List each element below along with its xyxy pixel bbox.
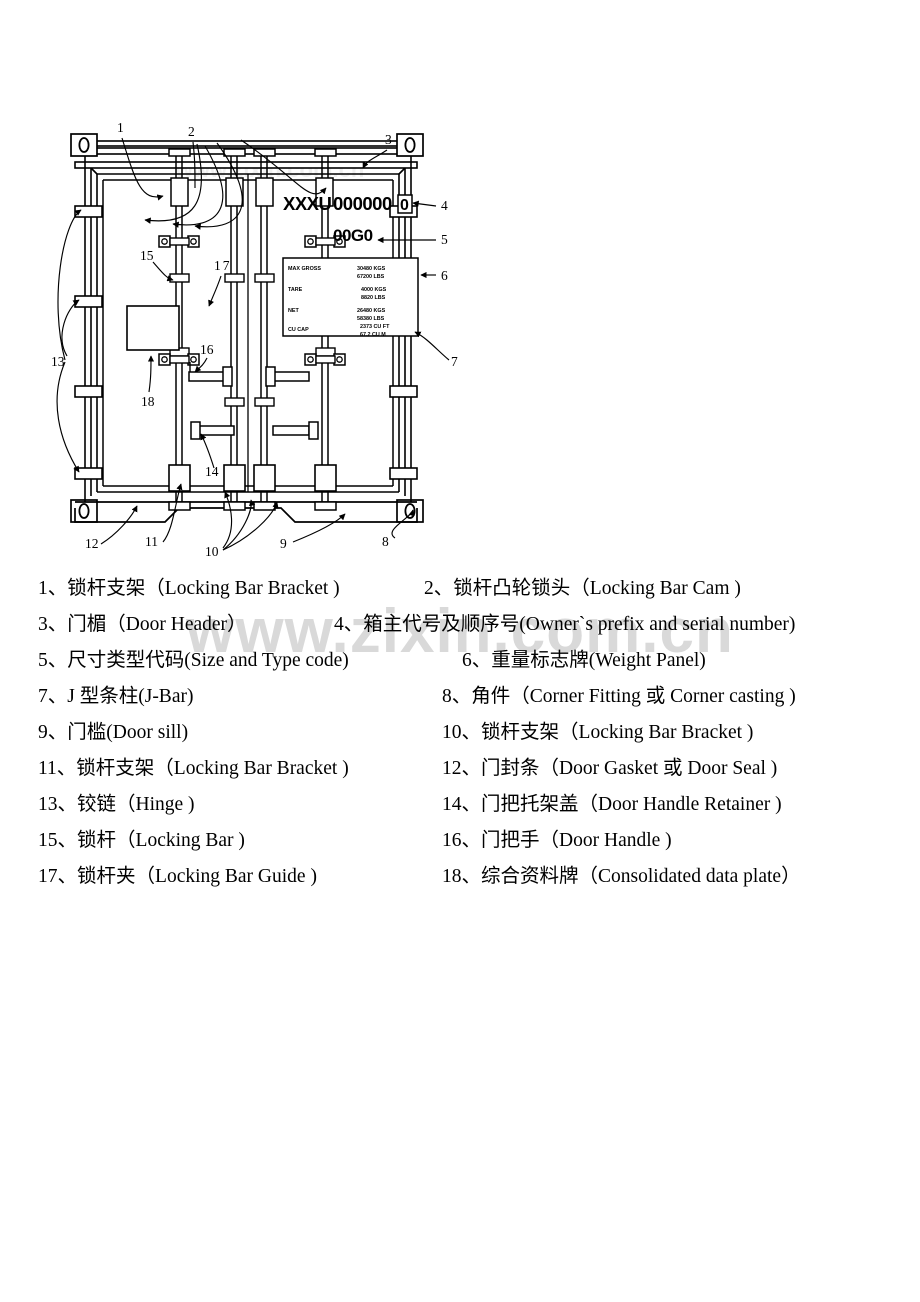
- callout-2: 2: [188, 124, 195, 139]
- locking-bar-bracket-3: [255, 177, 274, 207]
- corner-fitting-bottom-right: [396, 499, 424, 523]
- weight-row-lbs-2: 58380 LBS: [357, 316, 385, 322]
- callout-12: 12: [85, 536, 99, 551]
- callout-3: 3: [385, 132, 392, 147]
- weight-row-label-1: TARE: [288, 287, 303, 293]
- callout-8: 8: [382, 534, 389, 549]
- locking-bar-bracket-1: [170, 177, 189, 207]
- door-handle-assembly-left: [158, 353, 233, 387]
- callout-14: 14: [205, 464, 219, 479]
- legend-row: 1、锁杆支架（Locking Bar Bracket ) 2、锁杆凸轮锁头（Lo…: [38, 572, 888, 608]
- door-handle-retainer-right: [272, 421, 319, 440]
- legend-item-6: 6、重量标志牌(Weight Panel): [462, 650, 706, 671]
- legend-row: 5、尺寸类型代码(Size and Type code) 6、重量标志牌(Wei…: [38, 644, 888, 680]
- legend-row: 9、门槛(Door sill) 10、锁杆支架（Locking Bar Brac…: [38, 716, 888, 752]
- legend-item-11: 11、锁杆支架（Locking Bar Bracket ): [38, 758, 349, 779]
- door-handle-retainer-left: [190, 421, 235, 440]
- weight-row-label-2: NET: [288, 308, 299, 314]
- callout-17: 17: [214, 258, 232, 273]
- weight-row-lbs-3: 67.2 CU M: [360, 332, 386, 338]
- door-handle-right: [272, 371, 310, 382]
- legend-item-10: 10、锁杆支架（Locking Bar Bracket ): [442, 722, 754, 743]
- legend-item-13: 13、铰链（Hinge ): [38, 794, 195, 815]
- component-legend-list: 1、锁杆支架（Locking Bar Bracket ) 2、锁杆凸轮锁头（Lo…: [38, 572, 888, 896]
- weight-row-kgs-1: 4000 KGS: [361, 287, 387, 293]
- locking-bar-cam-4: [314, 148, 337, 157]
- door-sill: [74, 501, 418, 523]
- legend-item-3: 3、门楣（Door Header）: [38, 614, 247, 635]
- size-type-code: 00G0: [333, 226, 373, 245]
- legend-row: 17、锁杆夹（Locking Bar Guide ) 18、综合资料牌（Cons…: [38, 860, 888, 896]
- legend-item-12: 12、门封条（Door Gasket 或 Door Seal ): [442, 758, 778, 779]
- hinge-right-3: [389, 385, 418, 398]
- callout-11: 11: [145, 534, 158, 549]
- hinge-right-4: [389, 467, 418, 480]
- legend-item-9: 9、门槛(Door sill): [38, 722, 189, 743]
- hinge-left-4: [74, 467, 103, 480]
- weight-row-lbs-0: 67200 LBS: [357, 274, 385, 280]
- callout-6: 6: [441, 268, 448, 283]
- callout-numbers: 1 2 3 4 5 6 7 8 9 10 11 12 13 14 15 16 1…: [51, 120, 458, 559]
- legend-item-8: 8、角件（Corner Fitting 或 Corner casting ): [442, 686, 796, 707]
- legend-item-17: 17、锁杆夹（Locking Bar Guide ): [38, 866, 317, 887]
- weight-row-lbs-1: 8820 LBS: [361, 295, 386, 301]
- locking-bar-bracket-btm-1: [168, 464, 191, 492]
- weight-row-kgs-0: 30480 KGS: [357, 266, 386, 272]
- legend-item-2: 2、锁杆凸轮锁头（Locking Bar Cam ): [424, 578, 741, 599]
- door-handle-assembly-right: [265, 353, 346, 387]
- legend-row: 13、铰链（Hinge ) 14、门把托架盖（Door Handle Retai…: [38, 788, 888, 824]
- serial-number: 000000: [333, 193, 392, 214]
- locking-bar-cam-1: [168, 148, 191, 157]
- door-handle-left: [188, 371, 226, 382]
- legend-row: 15、锁杆（Locking Bar ) 16、门把手（Door Handle ): [38, 824, 888, 860]
- corner-fitting-top-left: [70, 133, 98, 157]
- consolidated-data-plate: [126, 305, 180, 351]
- owner-prefix: XXXU: [283, 193, 332, 214]
- weight-panel: MAX GROSS 30480 KGS 67200 LBS TARE 4000 …: [282, 257, 419, 338]
- callout-9: 9: [280, 536, 287, 551]
- legend-item-15: 15、锁杆（Locking Bar ): [38, 830, 245, 851]
- callout-7: 7: [451, 354, 458, 369]
- legend-item-16: 16、门把手（Door Handle ): [442, 830, 672, 851]
- locking-bar-cam-2: [223, 148, 246, 157]
- callout-1: 1: [117, 120, 124, 135]
- container-door-diagram: XXXU 000000 0 00G0 MAX GROSS 30480 KGS 6…: [45, 110, 475, 560]
- check-digit: 0: [400, 197, 409, 214]
- locking-bar-guide-upper-left: [158, 235, 200, 248]
- legend-item-14: 14、门把托架盖（Door Handle Retainer ): [442, 794, 782, 815]
- weight-row-label-3: CU CAP: [288, 327, 309, 333]
- legend-row: 7、J 型条柱(J-Bar) 8、角件（Corner Fitting 或 Cor…: [38, 680, 888, 716]
- callout-13: 13: [51, 354, 65, 369]
- legend-row: 3、门楣（Door Header） 4、箱主代号及顺序号(Owner`s pre…: [38, 608, 888, 644]
- legend-item-4: 4、箱主代号及顺序号(Owner`s prefix and serial num…: [334, 614, 796, 635]
- callout-4: 4: [441, 198, 448, 213]
- callout-18: 18: [141, 394, 155, 409]
- weight-row-kgs-2: 26480 KGS: [357, 308, 386, 314]
- locking-bar-3: [253, 148, 276, 511]
- weight-row-label-0: MAX GROSS: [288, 266, 321, 272]
- corner-fitting-top-right: [396, 133, 424, 157]
- legend-item-1: 1、锁杆支架（Locking Bar Bracket ): [38, 578, 340, 599]
- locking-bar-cam-3: [253, 148, 276, 157]
- legend-item-7: 7、J 型条柱(J-Bar): [38, 686, 194, 707]
- legend-item-18: 18、综合资料牌（Consolidated data plate）: [442, 866, 801, 887]
- legend-row: 11、锁杆支架（Locking Bar Bracket ) 12、门封条（Doo…: [38, 752, 888, 788]
- callout-16: 16: [200, 342, 214, 357]
- locking-bar-bracket-2: [225, 177, 244, 207]
- callout-5: 5: [441, 232, 448, 247]
- legend-item-5: 5、尺寸类型代码(Size and Type code): [38, 650, 349, 671]
- hinge-left-2: [74, 295, 103, 308]
- hinge-left-3: [74, 385, 103, 398]
- weight-row-kgs-3: 2373 CU FT: [360, 324, 390, 330]
- callout-10: 10: [205, 544, 219, 559]
- callout-15: 15: [140, 248, 154, 263]
